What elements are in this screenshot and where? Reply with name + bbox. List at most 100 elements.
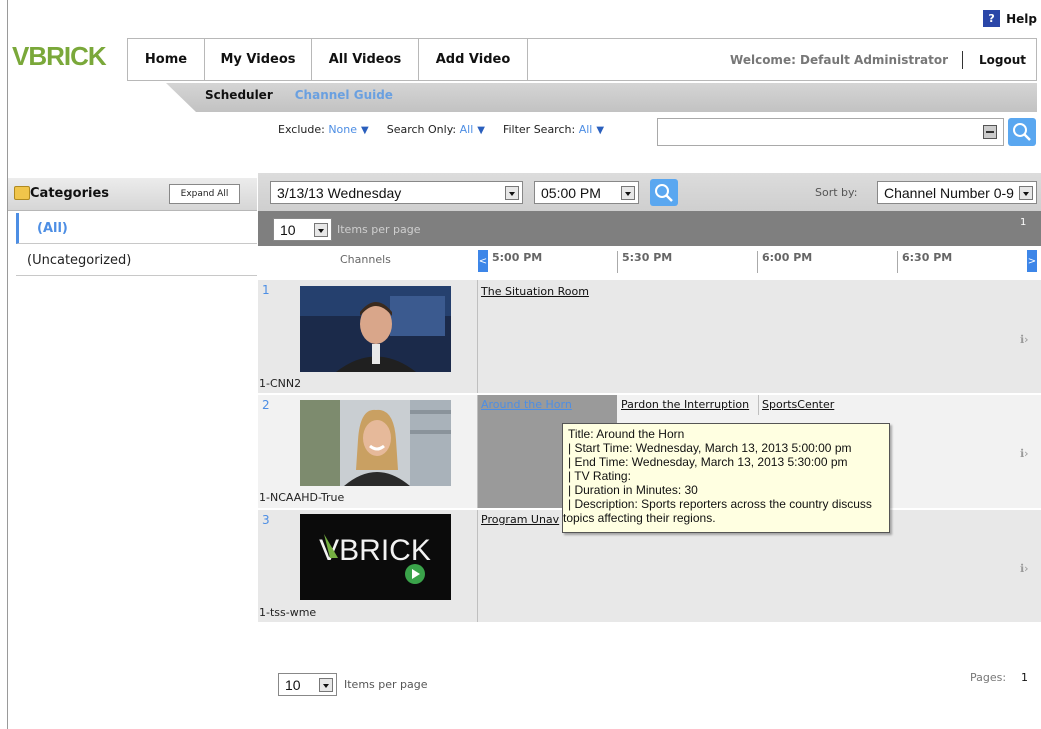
- chevron-right-icon: >: [1027, 255, 1037, 267]
- tooltip-rating: | TV Rating:: [568, 469, 631, 483]
- chevron-down-icon: ▼: [477, 125, 485, 136]
- vbrick-thumbnail-logo: VBRICK: [300, 514, 451, 600]
- items-per-page-label: Items per page: [344, 678, 428, 691]
- pages-value[interactable]: 1: [1021, 671, 1028, 684]
- channels-header: Channels: [340, 253, 391, 266]
- thumb-logo-text: VBRICK: [319, 534, 431, 567]
- date-select[interactable]: 3/13/13 Wednesday: [270, 181, 523, 204]
- dropdown-arrow-icon: [319, 678, 333, 692]
- tab-channel-guide[interactable]: Channel Guide: [295, 88, 393, 102]
- help-link[interactable]: ? Help: [983, 10, 1037, 27]
- chevron-down-icon: ▼: [596, 125, 605, 136]
- filter-search-label: Filter Search:: [502, 123, 576, 136]
- row-divider: [477, 280, 478, 393]
- nav-add-video[interactable]: Add Video: [419, 39, 528, 80]
- program-link[interactable]: The Situation Room: [481, 285, 589, 298]
- filter-search-filter[interactable]: Filter Search: All ▼: [503, 123, 604, 136]
- time-forward-button[interactable]: >: [1027, 250, 1037, 272]
- guide-search-button[interactable]: [650, 179, 678, 206]
- presenter-image: [300, 286, 451, 372]
- channel-name: 1-CNN2: [259, 377, 302, 390]
- program-link[interactable]: Pardon the Interruption: [621, 398, 749, 411]
- tooltip-description-cont: topics affecting their regions.: [563, 511, 716, 525]
- sort-select[interactable]: Channel Number 0-9: [877, 181, 1037, 204]
- tooltip-description: | Description: Sports reporters across t…: [568, 497, 872, 511]
- help-icon: ?: [983, 10, 1001, 27]
- category-all[interactable]: (All): [16, 213, 257, 244]
- nav-all-videos[interactable]: All Videos: [312, 39, 419, 80]
- search-icon: [655, 184, 673, 202]
- chevron-left-icon: <: [478, 255, 488, 267]
- info-icon[interactable]: ℹ›: [1020, 562, 1029, 575]
- program-link[interactable]: Around the Horn: [481, 398, 572, 411]
- search-only-value: All: [459, 123, 474, 136]
- search-only-filter[interactable]: Search Only: All ▼: [387, 123, 485, 136]
- program-divider: [758, 395, 759, 415]
- help-label: Help: [1006, 11, 1037, 26]
- sort-value: Channel Number 0-9: [884, 184, 1014, 201]
- presenter-image: [300, 400, 451, 486]
- vbrick-logo: VBRICK: [12, 41, 107, 71]
- nav-my-videos[interactable]: My Videos: [205, 39, 312, 80]
- channel-number[interactable]: 3: [262, 513, 270, 527]
- clear-search-icon[interactable]: [983, 125, 997, 139]
- pages-label: Pages:: [970, 671, 1007, 684]
- time-slot: 5:30 PM: [617, 251, 757, 273]
- exclude-value: None: [328, 123, 358, 136]
- date-value: 3/13/13 Wednesday: [277, 184, 402, 201]
- search-button[interactable]: [1008, 118, 1036, 146]
- search-only-label: Search Only:: [386, 123, 457, 136]
- category-uncategorized[interactable]: (Uncategorized): [16, 245, 257, 276]
- row-divider: [477, 510, 478, 622]
- sub-nav-items: Scheduler Channel Guide: [205, 88, 393, 102]
- channel-thumbnail[interactable]: [300, 286, 451, 372]
- page-number[interactable]: 1: [1020, 217, 1026, 228]
- logout-link[interactable]: Logout: [963, 39, 1036, 80]
- time-slot: 5:00 PM: [492, 251, 543, 264]
- sort-by-label: Sort by:: [815, 186, 858, 199]
- items-per-page-label: Items per page: [337, 223, 421, 236]
- filter-search-value: All: [578, 123, 593, 136]
- channel-name: 1-tss-wme: [259, 606, 317, 619]
- dropdown-arrow-icon: [314, 223, 328, 237]
- tooltip-end: | End Time: Wednesday, March 13, 2013 5:…: [568, 455, 848, 469]
- channel-thumbnail[interactable]: VBRICK: [300, 514, 451, 600]
- items-per-page-select[interactable]: 10: [273, 218, 332, 241]
- tooltip-start: | Start Time: Wednesday, March 13, 2013 …: [568, 441, 852, 455]
- nav-home[interactable]: Home: [128, 39, 205, 80]
- frame-border: [7, 0, 8, 729]
- program-link[interactable]: Program Unav: [481, 513, 559, 526]
- dropdown-arrow-icon: [505, 186, 519, 200]
- time-slot: 6:30 PM: [897, 251, 1025, 273]
- channel-name: 1-NCAAHD-True: [259, 491, 345, 504]
- channel-thumbnail[interactable]: [300, 400, 451, 486]
- program-tooltip: Title: Around the Horn | Start Time: Wed…: [562, 423, 890, 533]
- tab-scheduler[interactable]: Scheduler: [205, 88, 273, 102]
- search-icon: [1013, 123, 1031, 141]
- items-per-page-select-bottom[interactable]: 10: [278, 673, 337, 696]
- main-nav: Home My Videos All Videos Add Video Welc…: [127, 38, 1037, 81]
- program-link[interactable]: SportsCenter: [762, 398, 834, 411]
- exclude-filter[interactable]: Exclude: None ▼: [278, 123, 369, 136]
- dropdown-arrow-icon: [621, 186, 635, 200]
- channel-number[interactable]: 1: [262, 283, 270, 297]
- expand-all-button[interactable]: Expand All: [169, 184, 240, 204]
- folder-icon: [14, 186, 30, 200]
- categories-title: Categories: [30, 186, 110, 201]
- time-value: 05:00 PM: [541, 184, 601, 201]
- row-divider: [477, 395, 478, 508]
- search-input[interactable]: [657, 118, 1004, 146]
- welcome-text: Welcome: Default Administrator: [730, 52, 948, 67]
- tooltip-title: Title: Around the Horn: [568, 427, 685, 441]
- filter-bar: Exclude: None ▼ Search Only: All ▼ Filter …: [278, 123, 604, 136]
- dropdown-arrow-icon: [1019, 186, 1033, 200]
- time-back-button[interactable]: <: [478, 250, 488, 272]
- time-slot: 6:00 PM: [757, 251, 897, 273]
- items-per-page-value: 10: [285, 676, 301, 693]
- chevron-down-icon: ▼: [361, 125, 369, 136]
- info-icon[interactable]: ℹ›: [1020, 447, 1029, 460]
- info-icon[interactable]: ℹ›: [1020, 333, 1029, 346]
- time-select[interactable]: 05:00 PM: [534, 181, 639, 204]
- channel-number[interactable]: 2: [262, 398, 270, 412]
